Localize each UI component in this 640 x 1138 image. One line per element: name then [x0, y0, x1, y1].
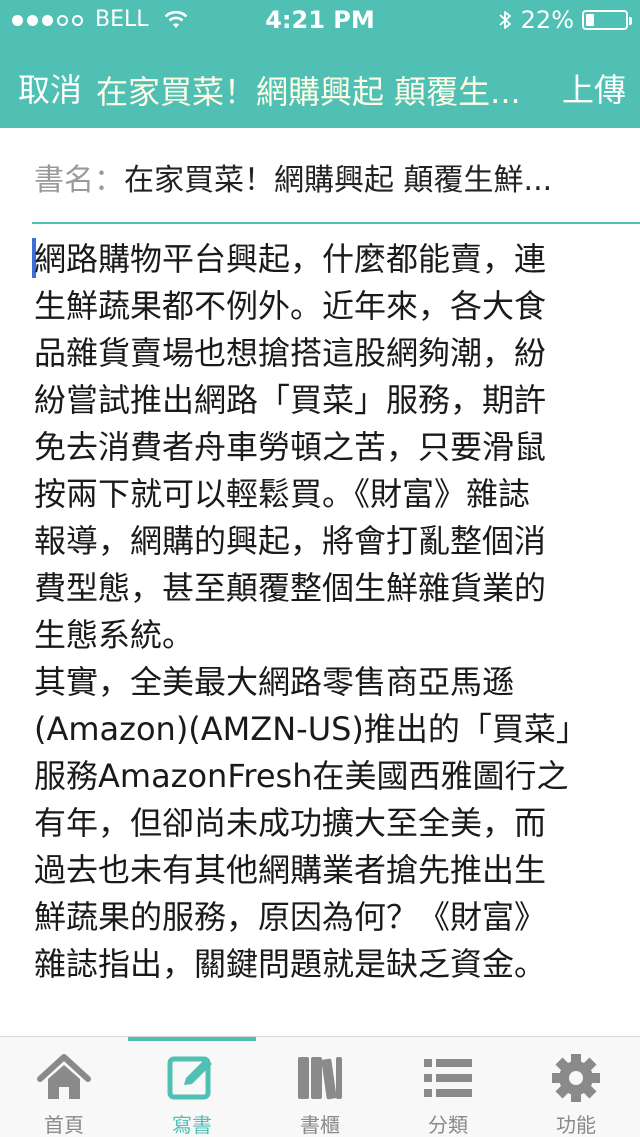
header: BELL 4:21 PM 22% 取消 在家買菜！網購興起 顛覆生... 上傳 [0, 0, 640, 128]
nav-title: 在家買菜！網購興起 顛覆生... [96, 73, 521, 111]
battery-icon [582, 10, 632, 30]
book-name-value[interactable]: 在家買菜！網購興起 顛覆生鮮... [124, 163, 552, 197]
compose-icon [167, 1056, 212, 1100]
navigation-bar: 取消 在家買菜！網購興起 顛覆生... 上傳 [0, 40, 640, 128]
tab-bookshelf[interactable]: 書櫃 [256, 1037, 384, 1137]
bluetooth-icon [499, 11, 511, 29]
upload-button[interactable]: 上傳 [562, 65, 626, 111]
status-right: 22% [497, 0, 632, 40]
battery-percent: 22% [520, 6, 574, 34]
tab-label: 首頁 [44, 1113, 84, 1137]
battery-fill [586, 14, 594, 26]
tab-label: 功能 [556, 1113, 596, 1137]
cancel-button[interactable]: 取消 [18, 65, 82, 111]
book-name-field[interactable]: 書名：在家買菜！網購興起 顛覆生鮮... [34, 155, 614, 197]
tab-write[interactable]: 寫書 [128, 1037, 256, 1137]
status-bar: BELL 4:21 PM 22% [0, 0, 640, 40]
tab-home[interactable]: 首頁 [0, 1037, 128, 1137]
list-icon [424, 1059, 472, 1097]
tab-label: 寫書 [172, 1113, 212, 1137]
active-tab-indicator [128, 1037, 256, 1041]
book-name-label: 書名： [34, 163, 124, 197]
bookshelf-icon [298, 1057, 342, 1100]
tab-label: 分類 [428, 1113, 468, 1137]
battery-nub [629, 17, 632, 25]
home-icon [37, 1054, 91, 1099]
tab-functions[interactable]: 功能 [512, 1037, 640, 1137]
tab-bar: 首頁 寫書 書櫃 分類 功能 [0, 1036, 640, 1137]
tab-category[interactable]: 分類 [384, 1037, 512, 1137]
gear-icon [552, 1054, 600, 1102]
divider [32, 222, 640, 224]
content-editor[interactable]: 網路購物平台興起，什麼都能賣，連 生鮮蔬果都不例外。近年來，各大食 品雜貨賣場也… [34, 236, 610, 988]
tab-label: 書櫃 [300, 1113, 340, 1137]
